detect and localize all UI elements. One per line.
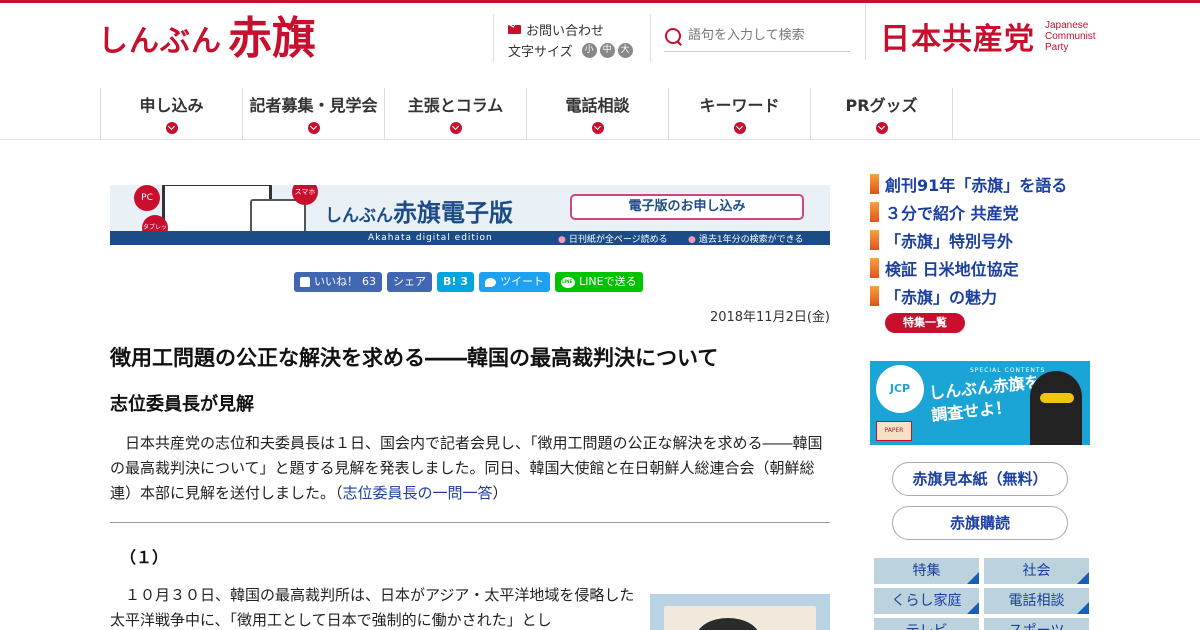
banner-english: Akahata digital edition: [368, 233, 493, 243]
subscribe-button[interactable]: 赤旗購読: [892, 506, 1068, 540]
header-divider: [493, 14, 494, 62]
chevron-down-icon: [165, 122, 178, 134]
section-number: （１）: [120, 548, 169, 567]
article-lead: 日本共産党の志位和夫委員長は１日、国会内で記者会見し、「徴用工問題の公正な解決を…: [110, 434, 823, 502]
tweet-button[interactable]: ツイート: [479, 272, 551, 292]
banner-note: 日刊紙が全ページ読める: [558, 232, 668, 245]
font-size-small-button[interactable]: 小: [581, 43, 597, 58]
chevron-down-icon: [591, 122, 604, 134]
nav-item-apply[interactable]: 申し込み: [101, 88, 243, 139]
hatena-bookmark-button[interactable]: B! 3: [437, 272, 475, 292]
bullet-bar-icon: [870, 174, 879, 194]
investigate-akahata-banner[interactable]: JCP SPECIAL CONTENTS しんぶん赤旗を 調査せよ！ PAPER: [870, 361, 1090, 445]
font-size-large-button[interactable]: 大: [617, 43, 633, 58]
font-size-medium-button[interactable]: 中: [599, 43, 615, 58]
font-size-control: 文字サイズ 小 中 大: [508, 41, 633, 60]
line-share-button[interactable]: LINEで送る: [555, 272, 643, 292]
party-english-name: Japanese Communist Party: [1045, 19, 1096, 53]
category-tv[interactable]: テレビ: [874, 618, 979, 630]
sidebar-link-special-extra[interactable]: 「赤旗」特別号外: [870, 226, 1067, 254]
category-life-home[interactable]: くらし家庭: [874, 588, 979, 614]
jcp-logo[interactable]: 日本共産党 Japanese Communist Party: [880, 14, 1096, 58]
article-subhead: 志位委員長が見解: [110, 394, 254, 415]
thumbs-up-icon: [300, 277, 310, 287]
hatena-icon: B!: [443, 275, 457, 288]
article-body: １０月３０日、韓国の最高裁判所は、日本がアジア・太平洋地域を侵略した太平洋戦争中…: [110, 586, 635, 629]
header-divider: [650, 14, 651, 62]
facebook-share-button[interactable]: シェア: [387, 272, 432, 292]
font-size-label: 文字サイズ: [508, 45, 573, 60]
bullet-bar-icon: [870, 286, 879, 306]
category-phone-consult[interactable]: 電話相談: [984, 588, 1089, 614]
free-sample-button[interactable]: 赤旗見本紙（無料）: [892, 462, 1068, 496]
bullet-bar-icon: [870, 258, 879, 278]
digital-edition-banner[interactable]: PC タブレット スマホ しんぶん赤旗電子版 Akahata digital e…: [110, 185, 830, 245]
phone-device-image: [250, 199, 306, 235]
contact-link[interactable]: お問い合わせ: [508, 20, 604, 39]
header-divider: [865, 4, 866, 60]
chevron-down-icon: [733, 122, 746, 134]
main-nav: 申し込み 記者募集・見学会 主張とコラム 電話相談 キーワード PRグッズ: [100, 88, 953, 139]
akahata-logo[interactable]: しんぶん 赤旗: [98, 14, 316, 64]
banner-title: しんぶん赤旗電子版: [325, 199, 513, 227]
hatena-count: 3: [460, 275, 469, 288]
featured-links: 創刊91年「赤旗」を語る ３分で紹介 共産党 「赤旗」特別号外 検証 日米地位協…: [870, 170, 1067, 310]
phone-badge: スマホ: [292, 185, 318, 205]
line-icon: [561, 276, 576, 288]
sidebar-link-3min-intro[interactable]: ３分で紹介 共産党: [870, 198, 1067, 226]
category-feature[interactable]: 特集: [874, 558, 979, 584]
article-date: 2018年11月2日(金): [709, 310, 830, 325]
social-share-bar: いいね！ 63 シェア B! 3 ツイート LINEで送る: [294, 272, 643, 292]
mail-icon: [508, 25, 521, 34]
promo-box: PAPER: [876, 421, 912, 441]
like-count: 63: [362, 275, 376, 288]
nav-item-pr-goods[interactable]: PRグッズ: [811, 88, 953, 139]
category-grid: 特集 社会 くらし家庭 電話相談 テレビ スポーツ: [874, 558, 1089, 630]
sidebar-link-appeal[interactable]: 「赤旗」の魅力: [870, 282, 1067, 310]
digital-apply-button[interactable]: 電子版のお申し込み: [570, 194, 804, 220]
nav-item-opinion[interactable]: 主張とコラム: [385, 88, 527, 139]
nav-divider: [0, 139, 1200, 140]
category-society[interactable]: 社会: [984, 558, 1089, 584]
logo-sub: しんぶん: [98, 24, 222, 59]
chevron-down-icon: [449, 122, 462, 134]
search-input[interactable]: [688, 28, 838, 43]
logo-main: 赤旗: [228, 13, 316, 64]
qa-link[interactable]: 志位委員長の一問一答: [343, 484, 493, 502]
chevron-down-icon: [307, 122, 320, 134]
nav-item-phone-consult[interactable]: 電話相談: [527, 88, 669, 139]
chevron-down-icon: [875, 122, 888, 134]
nav-item-keyword[interactable]: キーワード: [669, 88, 811, 139]
article-divider: [110, 522, 830, 523]
bullet-bar-icon: [870, 230, 879, 250]
article-headline: 徴用工問題の公正な解決を求める――韓国の最高裁判決について: [110, 346, 719, 370]
bullet-bar-icon: [870, 202, 879, 222]
party-name: 日本共産党: [880, 22, 1035, 57]
twitter-bird-icon: [485, 277, 497, 287]
article-photo: [650, 594, 830, 630]
nav-item-recruit[interactable]: 記者募集・見学会: [243, 88, 385, 139]
top-accent-bar: [0, 0, 1200, 3]
category-sports[interactable]: スポーツ: [984, 618, 1089, 630]
search-box: [664, 20, 850, 52]
detective-figure-image: [1030, 371, 1082, 445]
feature-list-button[interactable]: 特集一覧: [885, 313, 965, 333]
pc-badge: PC: [134, 185, 160, 211]
sidebar-link-sofa-review[interactable]: 検証 日米地位協定: [870, 254, 1067, 282]
facebook-like-button[interactable]: いいね！ 63: [294, 272, 382, 292]
sidebar-link-91st-anniversary[interactable]: 創刊91年「赤旗」を語る: [870, 170, 1067, 198]
promo-text: しんぶん赤旗を 調査せよ！: [928, 372, 1042, 425]
banner-note: 過去1年分の検索ができる: [688, 232, 804, 245]
jcp-magazine-logo: JCP: [876, 365, 924, 413]
search-icon[interactable]: [664, 27, 682, 45]
contact-label: お問い合わせ: [526, 24, 605, 39]
